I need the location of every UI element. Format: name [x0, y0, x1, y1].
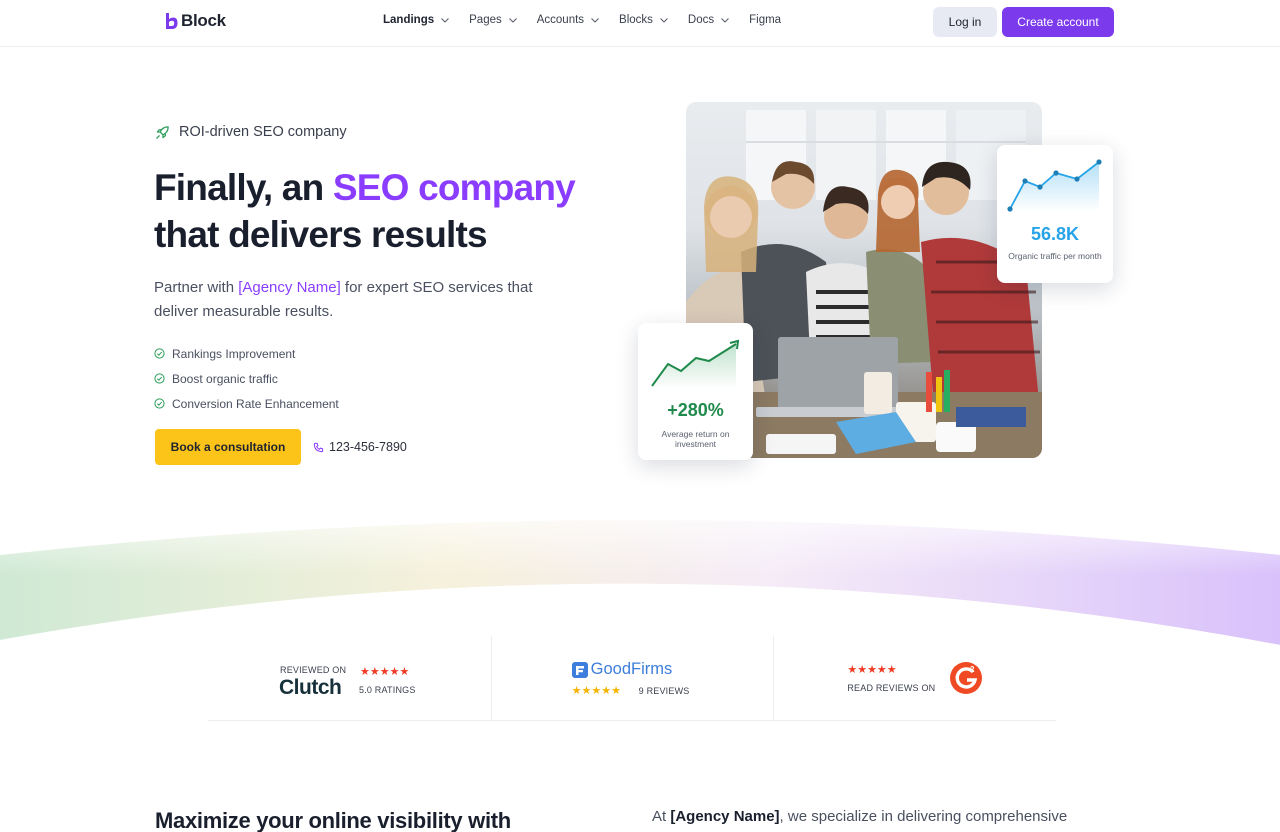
- menu-label: Accounts: [536, 14, 585, 26]
- roi-label: Average return on investment: [661, 429, 730, 449]
- rocket-icon: [156, 125, 169, 139]
- check-circle-icon: [154, 373, 165, 384]
- hero-description: Partner with [Agency Name] for expert SE…: [154, 276, 554, 324]
- organic-traffic-card: 56.8K Organic traffic per month: [997, 145, 1113, 283]
- clutch-ratings: 5.0 RATINGS: [359, 685, 416, 695]
- traffic-value: 56.8K: [1030, 224, 1080, 244]
- gradient-wave-divider: [0, 495, 1280, 655]
- chevron-down-icon: [441, 18, 450, 23]
- feature-label: Boost organic traffic: [172, 371, 278, 386]
- clutch-logo: Clutch: [279, 676, 342, 699]
- chevron-down-icon: [721, 18, 730, 23]
- g2-logo-icon: 2: [950, 662, 983, 694]
- clutch-review-badge[interactable]: REVIEWED ON ★★★★★ Clutch 5.0 RATINGS: [208, 636, 491, 720]
- login-button[interactable]: Log in: [933, 7, 997, 37]
- goodfirms-logo: GoodFirms: [571, 660, 673, 679]
- hero-title-part1: Finally, an: [154, 167, 333, 208]
- eyebrow-text: ROI-driven SEO company: [179, 124, 347, 140]
- menu-label: Docs: [687, 14, 715, 26]
- roi-card: +280% Average return on investment: [638, 323, 753, 460]
- goodfirms-reviews: 9 REVIEWS: [638, 686, 690, 696]
- menu-label: Blocks: [619, 14, 653, 26]
- svg-text:2: 2: [970, 665, 975, 674]
- goodfirms-review-badge[interactable]: GoodFirms ★★★★★ 9 REVIEWS: [490, 636, 774, 720]
- clutch-stars: ★★★★★: [360, 666, 410, 678]
- check-circle-icon: [154, 398, 165, 409]
- section-title: Maximize your online visibility with: [155, 808, 511, 832]
- section-text: , we specialize in delivering comprehens…: [779, 808, 1068, 825]
- feature-item: Conversion Rate Enhancement: [154, 391, 339, 416]
- menu-item-pages[interactable]: Pages: [469, 14, 518, 26]
- main-menu: Landings Pages Accounts Blocks Docs Figm…: [383, 14, 800, 26]
- menu-item-blocks[interactable]: Blocks: [619, 14, 669, 26]
- menu-label: Figma: [749, 14, 782, 26]
- roi-value: +280%: [667, 400, 724, 420]
- chevron-down-icon: [591, 18, 599, 23]
- menu-item-figma[interactable]: Figma: [749, 14, 781, 26]
- goodfirms-stars: ★★★★★: [571, 685, 621, 697]
- g2-review-badge[interactable]: ★★★★★ READ REVIEWS ON 2: [773, 636, 1056, 720]
- feature-item: Rankings Improvement: [154, 341, 339, 366]
- g2-read-reviews: READ REVIEWS ON: [847, 683, 936, 693]
- menu-label: Landings: [383, 14, 435, 26]
- chevron-down-icon: [660, 18, 668, 23]
- section-text: At: [652, 808, 671, 825]
- create-account-button[interactable]: Create account: [1002, 7, 1114, 37]
- agency-name-placeholder: [Agency Name]: [670, 808, 780, 825]
- feature-label: Conversion Rate Enhancement: [172, 396, 339, 411]
- brand-name: Block: [181, 11, 226, 30]
- menu-item-docs[interactable]: Docs: [688, 14, 730, 26]
- agency-name-placeholder: [Agency Name]: [238, 279, 341, 296]
- g2-stars: ★★★★★: [847, 664, 897, 676]
- section-intro: At [Agency Name], we specialize in deliv…: [652, 808, 1112, 825]
- reviews-strip: REVIEWED ON ★★★★★ Clutch 5.0 RATINGS Goo…: [208, 636, 1056, 721]
- brand-logo[interactable]: Block: [165, 11, 226, 31]
- chevron-down-icon: [508, 18, 517, 23]
- hero-title-accent: SEO company: [332, 167, 576, 208]
- goodfirms-icon: [571, 661, 588, 678]
- book-consultation-button[interactable]: Book a consultation: [155, 429, 301, 465]
- menu-item-landings[interactable]: Landings: [383, 14, 450, 26]
- feature-label: Rankings Improvement: [172, 346, 296, 361]
- traffic-label: Organic traffic per month: [1008, 251, 1102, 261]
- clutch-reviewed-on: REVIEWED ON: [280, 665, 347, 675]
- roi-trend-chart: [651, 339, 740, 389]
- feature-item: Boost organic traffic: [154, 366, 339, 391]
- feature-list: Rankings Improvement Boost organic traff…: [154, 341, 339, 416]
- hero-title: Finally, an SEO company that delivers res…: [154, 164, 614, 258]
- check-circle-icon: [154, 348, 165, 359]
- menu-label: Pages: [469, 14, 502, 26]
- goodfirms-name: GoodFirms: [590, 660, 673, 678]
- top-navbar: Block Landings Pages Accounts Blocks Doc…: [0, 0, 1280, 47]
- hero-eyebrow: ROI-driven SEO company: [155, 124, 347, 140]
- phone-icon: [313, 442, 324, 452]
- menu-item-accounts[interactable]: Accounts: [537, 14, 600, 26]
- hero-title-part2: that delivers results: [154, 214, 488, 255]
- desc-text: Partner with: [154, 279, 239, 296]
- block-logo-icon: [166, 13, 178, 29]
- traffic-line-chart: [1007, 159, 1102, 212]
- phone-link[interactable]: 123-456-7890: [313, 440, 407, 454]
- phone-number: 123-456-7890: [329, 440, 407, 454]
